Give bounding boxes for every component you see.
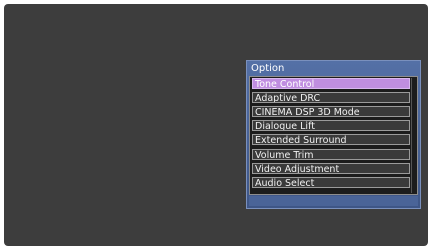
menu-item-extended-surround[interactable]: Extended Surround — [252, 134, 410, 145]
screen-background: Option Tone Control Adaptive DRC CINEMA … — [4, 4, 428, 246]
option-menu-footer — [249, 196, 418, 206]
menu-item-volume-trim[interactable]: Volume Trim — [252, 149, 410, 160]
menu-item-video-adjustment[interactable]: Video Adjustment — [252, 163, 410, 174]
menu-item-dialogue-lift[interactable]: Dialogue Lift — [252, 120, 410, 131]
option-list: Tone Control Adaptive DRC CINEMA DSP 3D … — [249, 76, 418, 195]
menu-item-adaptive-drc[interactable]: Adaptive DRC — [252, 92, 410, 103]
menu-item-cinema-dsp-3d-mode[interactable]: CINEMA DSP 3D Mode — [252, 106, 410, 117]
list-scrollbar[interactable] — [411, 78, 415, 193]
option-menu-title: Option — [251, 63, 285, 74]
list-scrollbar-thumb[interactable] — [412, 78, 415, 193]
menu-item-audio-select[interactable]: Audio Select — [252, 177, 410, 188]
menu-item-tone-control[interactable]: Tone Control — [252, 78, 410, 89]
option-menu-panel: Option Tone Control Adaptive DRC CINEMA … — [246, 60, 421, 209]
